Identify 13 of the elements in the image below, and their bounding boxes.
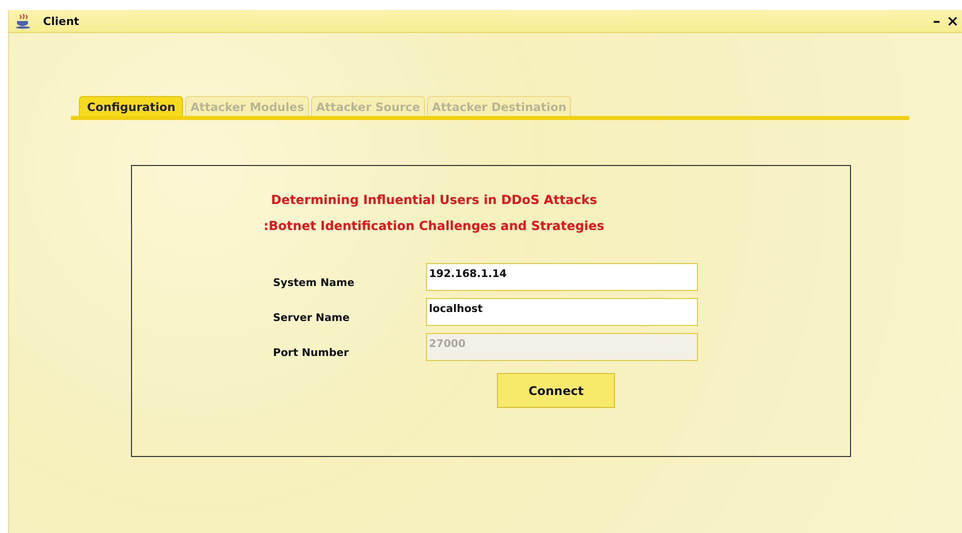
- field-label: System Name: [273, 277, 356, 291]
- minimize-button[interactable]: –: [930, 12, 944, 30]
- input-field[interactable]: localhost: [426, 298, 698, 326]
- field-label: Server Name: [273, 312, 351, 326]
- connect-button[interactable]: Connect: [497, 373, 615, 408]
- tab[interactable]: Configuration: [79, 96, 184, 116]
- window-title: Client: [43, 14, 80, 28]
- input-field[interactable]: 192.168.1.14: [426, 263, 698, 291]
- field-label: Port Number: [273, 347, 350, 361]
- heading: :Botnet Identification Challenges and Strategies: [264, 217, 604, 235]
- heading: Determining Influential Users in DDoS Attacks: [270, 191, 598, 209]
- close-button[interactable]: ×: [943, 12, 962, 30]
- cup-icon: [15, 14, 31, 28]
